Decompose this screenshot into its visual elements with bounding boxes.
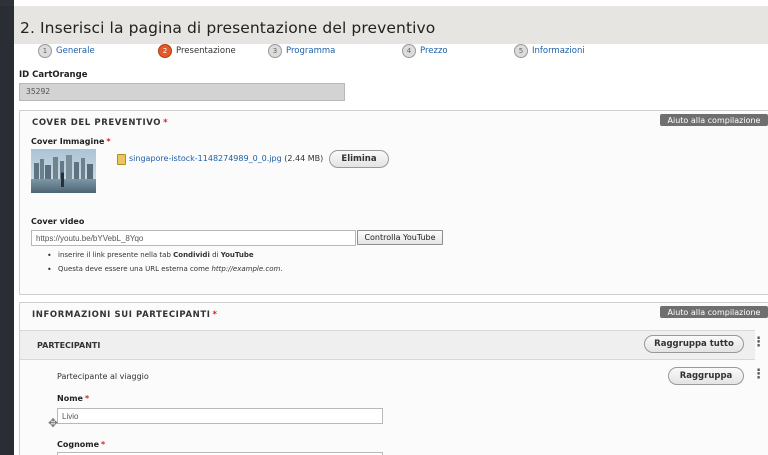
vertical-dots-icon[interactable]: ⋮ xyxy=(752,367,765,382)
cover-video-input[interactable] xyxy=(31,230,356,246)
step-informazioni[interactable]: 5 Informazioni xyxy=(514,44,585,58)
check-youtube-button[interactable]: Controlla YouTube xyxy=(357,230,443,245)
step-label: Programma xyxy=(286,46,336,56)
video-hint-share: inserire il link presente nella tab Cond… xyxy=(47,251,254,260)
group-button[interactable]: Raggruppa xyxy=(668,367,744,385)
step-programma[interactable]: 3 Programma xyxy=(268,44,335,58)
step-progress: 1 Generale 2 Presentazione 3 Programma 4… xyxy=(14,44,768,62)
step-label: Generale xyxy=(56,46,95,56)
cover-file-link[interactable]: singapore-istock-1148274989_0_0.jpg (2.4… xyxy=(129,154,323,163)
group-all-button[interactable]: Raggruppa tutto xyxy=(644,335,744,353)
step-prezzo[interactable]: 4 Prezzo xyxy=(402,44,448,58)
file-image-icon xyxy=(117,154,126,165)
cover-help-button[interactable]: Aiuto alla compilazione xyxy=(660,114,768,126)
page-title: 2. Inserisci la pagina di presentazione … xyxy=(20,19,436,37)
page-header: 2. Inserisci la pagina di presentazione … xyxy=(14,6,768,44)
delete-image-button[interactable]: Elimina xyxy=(329,150,389,168)
vertical-dots-icon[interactable]: ⋮ xyxy=(752,335,765,350)
participants-group-title: PARTECIPANTI xyxy=(37,341,101,350)
cart-orange-label: ID CartOrange xyxy=(19,70,88,80)
required-mark: * xyxy=(163,118,169,128)
step-label: Informazioni xyxy=(532,46,585,56)
step-presentazione[interactable]: 2 Presentazione xyxy=(158,44,236,58)
name-label: Nome * xyxy=(57,394,90,403)
required-mark: * xyxy=(212,310,218,320)
drag-handle-icon[interactable]: ✥ xyxy=(48,416,58,430)
cover-video-label: Cover video xyxy=(31,217,85,226)
form-frame: 2. Inserisci la pagina di presentazione … xyxy=(14,0,768,455)
cover-section-title: COVER DEL PREVENTIVO * xyxy=(32,118,169,128)
surname-label: Cognome * xyxy=(57,440,106,449)
file-size: (2.44 MB) xyxy=(284,154,324,163)
cart-orange-id-field: 35292 xyxy=(19,83,345,101)
cover-image-thumbnail xyxy=(31,149,96,193)
video-hint-url: Questa deve essere una URL esterna come … xyxy=(47,265,283,274)
name-input[interactable] xyxy=(57,408,383,424)
step-number: 5 xyxy=(514,44,528,58)
step-number: 1 xyxy=(38,44,52,58)
step-label: Presentazione xyxy=(176,46,236,56)
step-number: 4 xyxy=(402,44,416,58)
step-number: 2 xyxy=(158,44,172,58)
step-label: Prezzo xyxy=(420,46,448,56)
step-generale[interactable]: 1 Generale xyxy=(38,44,95,58)
participant-item-title: Partecipante al viaggio xyxy=(57,372,149,381)
cover-image-label: Cover Immagine * xyxy=(31,137,111,146)
step-number: 3 xyxy=(268,44,282,58)
participants-help-button[interactable]: Aiuto alla compilazione xyxy=(660,306,768,318)
participants-section-title: INFORMAZIONI SUI PARTECIPANTI * xyxy=(32,310,218,320)
